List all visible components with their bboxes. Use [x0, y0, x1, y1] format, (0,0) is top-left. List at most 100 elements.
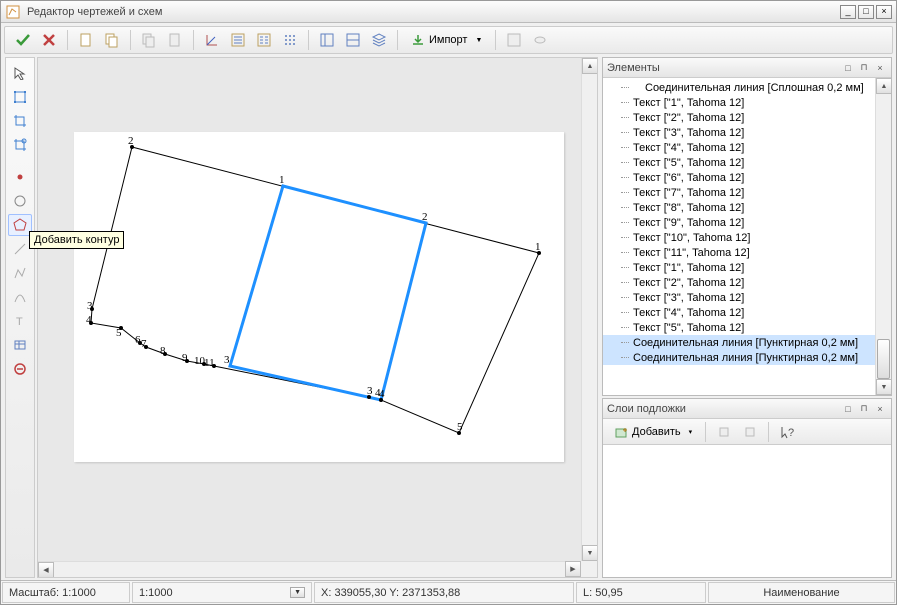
grid-button[interactable]	[278, 28, 302, 52]
import-button[interactable]: Импорт ▼	[404, 28, 489, 52]
copy-button[interactable]	[137, 28, 161, 52]
curve-tool[interactable]	[8, 286, 32, 308]
maximize-button[interactable]: □	[858, 5, 874, 19]
tree-scrollbar[interactable]: ▲ ▼	[875, 78, 891, 395]
svg-text:8: 8	[160, 345, 166, 357]
status-scale-label: Масштаб: 1:1000	[2, 582, 130, 603]
import-label: Импорт	[429, 34, 467, 46]
tree-item[interactable]: Текст ["5", Tahoma 12]	[603, 320, 875, 335]
tree-item[interactable]: Текст ["1", Tahoma 12]	[603, 95, 875, 110]
svg-text:3: 3	[224, 354, 230, 366]
svg-text:5: 5	[116, 327, 122, 339]
status-scale-combo[interactable]: 1:1000 ▼	[132, 582, 312, 603]
status-length: L: 50,95	[576, 582, 706, 603]
add-layer-button[interactable]: Добавить ▾	[607, 420, 699, 444]
tree-item[interactable]: Текст ["3", Tahoma 12]	[603, 290, 875, 305]
svg-text:10: 10	[194, 355, 206, 367]
copy-doc-button[interactable]	[100, 28, 124, 52]
tree-item[interactable]: Соединительная линия [Пунктирная 0,2 мм]	[603, 335, 875, 350]
layers-button[interactable]	[367, 28, 391, 52]
panel-pin-button[interactable]: ⊓	[857, 402, 871, 416]
panel-close-button[interactable]: ×	[873, 402, 887, 416]
status-scale-value: 1:1000	[139, 587, 173, 599]
svg-text:4: 4	[86, 314, 92, 326]
vertical-scrollbar[interactable]: ▲▼	[581, 58, 597, 561]
axes-button[interactable]	[200, 28, 224, 52]
layer-down-button[interactable]	[738, 420, 762, 444]
extra-a-button[interactable]	[502, 28, 526, 52]
svg-text:3: 3	[367, 385, 373, 397]
tree-item[interactable]: Текст ["4", Tahoma 12]	[603, 140, 875, 155]
paste-button[interactable]	[163, 28, 187, 52]
cancel-button[interactable]	[37, 28, 61, 52]
add-layer-label: Добавить	[632, 426, 681, 438]
tree-item[interactable]: Текст ["6", Tahoma 12]	[603, 170, 875, 185]
svg-text:4: 4	[375, 387, 381, 399]
main-toolbar: Импорт ▼	[4, 26, 893, 54]
svg-text:3: 3	[87, 300, 93, 312]
layout-b-button[interactable]	[341, 28, 365, 52]
svg-text:2: 2	[128, 135, 134, 147]
layers-toolbar: Добавить ▾ ?	[603, 419, 891, 445]
resize-tool[interactable]	[8, 86, 32, 108]
statusbar: Масштаб: 1:1000 1:1000 ▼ X: 339055,30 Y:…	[1, 580, 896, 604]
canvas-area: 2 1 5 4 3 11 10 9 8 7 6 5 4 3	[37, 57, 598, 578]
layer-help-button[interactable]: ?	[775, 420, 799, 444]
accept-button[interactable]	[11, 28, 35, 52]
crop-tool[interactable]	[8, 110, 32, 132]
chevron-down-icon: ▼	[475, 37, 482, 44]
layout-a-button[interactable]	[315, 28, 339, 52]
tree-item[interactable]: Текст ["3", Tahoma 12]	[603, 125, 875, 140]
tree-item[interactable]: Текст ["1", Tahoma 12]	[603, 260, 875, 275]
list-button[interactable]	[226, 28, 250, 52]
panel-pin-button[interactable]: ⊓	[857, 61, 871, 75]
tree-item[interactable]: Текст ["2", Tahoma 12]	[603, 110, 875, 125]
elements-panel: Элементы □ ⊓ × Соединительная линия [Спл…	[602, 57, 892, 396]
layers-list[interactable]	[603, 445, 891, 577]
layers-panel: Слои подложки □ ⊓ × Добавить ▾ ?	[602, 398, 892, 578]
props-button[interactable]	[252, 28, 276, 52]
tree-item[interactable]: Текст ["11", Tahoma 12]	[603, 245, 875, 260]
delete-tool[interactable]	[8, 358, 32, 380]
layer-up-button[interactable]	[712, 420, 736, 444]
table-tool[interactable]	[8, 334, 32, 356]
elements-tree[interactable]: Соединительная линия [Сплошная 0,2 мм]Те…	[603, 78, 875, 395]
polyline-tool[interactable]	[8, 262, 32, 284]
pointer-tool[interactable]	[8, 62, 32, 84]
extra-b-button[interactable]	[528, 28, 552, 52]
new-doc-button[interactable]	[74, 28, 98, 52]
titlebar: Редактор чертежей и схем _ □ ×	[1, 1, 896, 23]
tree-item[interactable]: Текст ["2", Tahoma 12]	[603, 275, 875, 290]
panel-max-button[interactable]: □	[841, 61, 855, 75]
drawing: 2 1 5 4 3 11 10 9 8 7 6 5 4 3	[38, 58, 597, 577]
circle-tool[interactable]	[8, 190, 32, 212]
svg-text:7: 7	[141, 338, 147, 350]
app-icon	[5, 4, 21, 20]
horizontal-scrollbar[interactable]: ◀▶	[38, 561, 581, 577]
panel-max-button[interactable]: □	[841, 402, 855, 416]
tree-item[interactable]: Текст ["8", Tahoma 12]	[603, 200, 875, 215]
svg-text:5: 5	[457, 421, 463, 433]
status-name-field[interactable]: Наименование	[708, 582, 895, 603]
tree-item[interactable]: Текст ["4", Tahoma 12]	[603, 305, 875, 320]
text-tool[interactable]: T	[8, 310, 32, 332]
svg-text:?: ?	[788, 427, 794, 439]
polygon-tool[interactable]: Добавить контур	[8, 214, 32, 236]
chevron-down-icon: ▼	[290, 587, 305, 598]
minimize-button[interactable]: _	[840, 5, 856, 19]
svg-text:2: 2	[422, 211, 428, 223]
tree-item[interactable]: Текст ["7", Tahoma 12]	[603, 185, 875, 200]
crop-rot-tool[interactable]	[8, 134, 32, 156]
tree-item[interactable]: Соединительная линия [Пунктирная 0,2 мм]	[603, 350, 875, 365]
svg-text:1: 1	[535, 241, 541, 253]
close-button[interactable]: ×	[876, 5, 892, 19]
tree-item[interactable]: Соединительная линия [Сплошная 0,2 мм]	[603, 80, 875, 95]
point-tool[interactable]	[8, 166, 32, 188]
tooltip: Добавить контур	[29, 231, 124, 249]
panel-close-button[interactable]: ×	[873, 61, 887, 75]
svg-text:6: 6	[135, 334, 141, 346]
canvas[interactable]: 2 1 5 4 3 11 10 9 8 7 6 5 4 3	[38, 58, 597, 577]
tree-item[interactable]: Текст ["9", Tahoma 12]	[603, 215, 875, 230]
tree-item[interactable]: Текст ["5", Tahoma 12]	[603, 155, 875, 170]
tree-item[interactable]: Текст ["10", Tahoma 12]	[603, 230, 875, 245]
